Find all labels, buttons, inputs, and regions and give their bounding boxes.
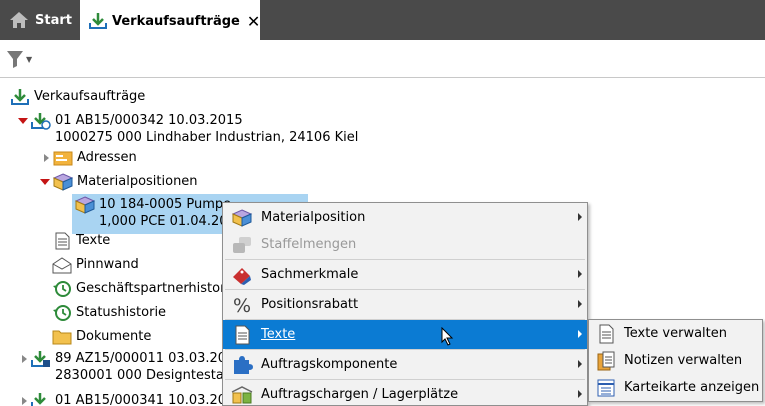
mouse-cursor-icon [441, 327, 454, 346]
menu-item-label: Texte [261, 327, 296, 342]
adressen-label: Adressen [77, 150, 137, 165]
menu-item-auftragschargen[interactable]: Auftragschargen / Lagerplätze [223, 380, 587, 406]
menu-item-sachmerkmale[interactable]: Sachmerkmale [223, 260, 587, 289]
order-1-line2: 1000275 000 Lindhaber Industrian, 24106 … [55, 130, 359, 145]
menu-item-staffelmengen[interactable]: Staffelmengen [223, 230, 587, 259]
order-icon [31, 393, 46, 406]
menu-item-label: Staffelmengen [261, 237, 357, 252]
menu-item-materialposition[interactable]: Materialposition [223, 203, 587, 232]
tree-statushistorie[interactable]: Statushistorie [52, 304, 166, 322]
order-icon [31, 351, 50, 367]
submenu-arrow-icon [578, 300, 582, 308]
submenu-texte: Texte verwalten Notizen verwalten Kartei… [588, 319, 763, 402]
tree-texte[interactable]: Texte [52, 232, 110, 250]
submenu-arrow-icon [578, 390, 582, 398]
texte-label: Texte [76, 233, 111, 248]
tree-adressen[interactable]: Adressen [44, 149, 137, 167]
notes-icon [597, 351, 615, 370]
collapsed-arrow-icon[interactable] [22, 397, 27, 405]
home-icon [10, 12, 28, 28]
staffel-icon [233, 236, 251, 253]
submenu-arrow-icon [578, 360, 582, 368]
address-icon [53, 151, 73, 166]
tree-pinnwand[interactable]: Pinnwand [52, 256, 139, 274]
tree-dokumente[interactable]: Dokumente [52, 328, 151, 346]
menu-item-label: Positionsrabatt [261, 297, 359, 312]
pinnwand-label: Pinnwand [76, 257, 139, 272]
tree-geschaeftspartnerhistorie[interactable]: Geschäftspartnerhistor [52, 280, 225, 298]
tab-bar: Start Verkaufsaufträge ✕ [0, 0, 765, 40]
submenu-arrow-icon [578, 330, 582, 338]
filter-icon [7, 51, 23, 68]
material-icon [53, 173, 73, 191]
expanded-arrow-icon[interactable] [18, 118, 28, 124]
toolbar: ▼ [0, 40, 765, 78]
percent-icon: % [233, 295, 251, 315]
tree-root[interactable]: Verkaufsaufträge [10, 88, 145, 106]
document-icon [55, 232, 70, 250]
submenu-item-label: Texte verwalten [624, 326, 728, 341]
material-position-icon [231, 208, 253, 227]
svg-text:%: % [233, 295, 251, 315]
menu-item-positionsrabatt[interactable]: % Positionsrabatt [223, 290, 587, 319]
materialpositionen-label: Materialpositionen [77, 174, 198, 189]
tree-materialpositionen[interactable]: Materialpositionen [40, 173, 198, 191]
tree-root-label: Verkaufsaufträge [34, 89, 146, 104]
tag-icon [233, 267, 251, 285]
menu-item-auftragskomponente[interactable]: Auftragskomponente [223, 350, 587, 379]
menu-item-label: Auftragskomponente [261, 357, 398, 372]
submenu-item-karteikarte-anzeigen[interactable]: Karteikarte anzeigen [589, 374, 762, 401]
collapsed-arrow-icon[interactable] [44, 154, 49, 162]
order-1-line1: 01 AB15/000342 10.03.2015 [55, 113, 243, 128]
document-icon [235, 325, 250, 344]
position-line1: 10 184-0005 Pumpe [99, 197, 232, 212]
statushistorie-label: Statushistorie [76, 305, 167, 320]
submenu-arrow-icon [578, 213, 582, 221]
expanded-arrow-icon[interactable] [40, 179, 50, 185]
material-icon [75, 196, 95, 214]
context-menu: Materialposition Staffelmengen Sachmerkm… [222, 202, 588, 406]
tree-order-3[interactable]: 01 AB15/000341 10.03.20 [22, 392, 226, 406]
tree-order-1[interactable]: 01 AB15/000342 10.03.2015 1000275 000 Li… [18, 112, 358, 146]
envelope-icon [52, 257, 72, 274]
card-icon [597, 379, 615, 396]
document-icon [599, 324, 614, 343]
submenu-item-label: Notizen verwalten [624, 353, 743, 368]
filter-button[interactable]: ▼ [6, 48, 38, 70]
order-2-line1: 89 AZ15/000011 03.03.20 [55, 351, 227, 366]
chevron-down-icon: ▼ [26, 54, 33, 64]
history-icon [53, 281, 71, 297]
close-icon[interactable]: ✕ [247, 12, 260, 31]
submenu-arrow-icon [578, 270, 582, 278]
collapsed-arrow-icon[interactable] [22, 355, 27, 363]
menu-item-label: Materialposition [261, 210, 366, 225]
submenu-item-label: Karteikarte anzeigen [624, 380, 760, 395]
puzzle-icon [234, 355, 253, 374]
order-3-line1: 01 AB15/000341 10.03.20 [55, 393, 227, 406]
warehouse-icon [231, 385, 253, 403]
download-icon [89, 13, 107, 29]
tab-start-label: Start [35, 12, 72, 28]
tab-verkaufsauftraege[interactable]: Verkaufsaufträge ✕ [80, 0, 260, 40]
menu-item-label: Auftragschargen / Lagerplätze [261, 387, 459, 402]
order-2-line2: 2830001 000 Designtesta [55, 368, 224, 383]
tree-order-2[interactable]: 89 AZ15/000011 03.03.20 2830001 000 Desi… [22, 350, 226, 384]
menu-item-label: Sachmerkmale [261, 267, 359, 282]
submenu-item-notizen-verwalten[interactable]: Notizen verwalten [589, 347, 762, 374]
menu-item-texte[interactable]: Texte [223, 320, 587, 349]
tab-start[interactable]: Start [0, 0, 78, 40]
order-icon [31, 113, 51, 130]
position-line2: 1,000 PCE 01.04.20 [99, 214, 228, 229]
dokumente-label: Dokumente [76, 329, 152, 344]
download-icon [11, 89, 29, 105]
tab-active-label: Verkaufsaufträge [112, 13, 240, 29]
folder-icon [52, 330, 72, 345]
submenu-item-texte-verwalten[interactable]: Texte verwalten [589, 320, 762, 347]
history-icon [53, 305, 71, 321]
geschaeftspartner-label: Geschäftspartnerhistor [76, 281, 226, 296]
